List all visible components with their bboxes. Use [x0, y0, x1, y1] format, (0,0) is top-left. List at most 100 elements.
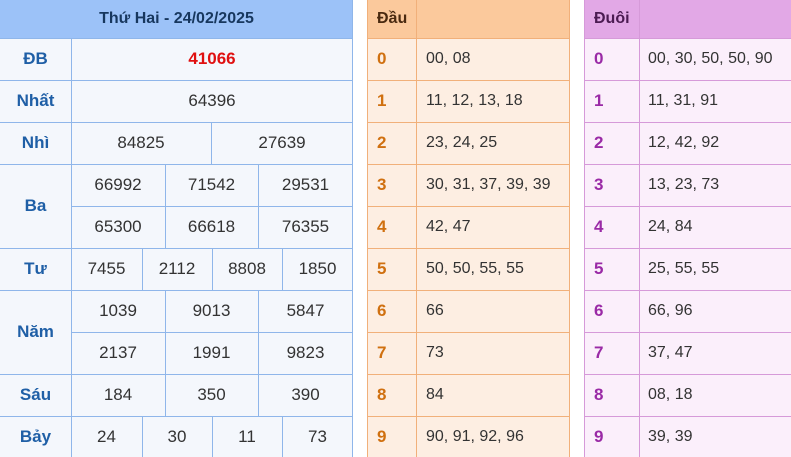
head-values: 11, 12, 13, 18	[426, 92, 523, 109]
prize-bay-number: 73	[308, 426, 327, 446]
prize-label-nhi: Nhì	[21, 133, 50, 152]
grid-divider	[584, 290, 791, 291]
grid-divider	[584, 374, 791, 375]
grid-divider	[367, 248, 570, 249]
head-key: 4	[377, 217, 387, 236]
prize-label-tu: Tư	[24, 259, 47, 278]
tail-key: 8	[594, 385, 604, 404]
tail-key: 3	[594, 175, 604, 194]
tail-key: 0	[594, 49, 604, 68]
tail-key: 5	[594, 259, 604, 278]
grid-divider	[367, 206, 570, 207]
prize-nhi-number: 27639	[258, 133, 306, 152]
prize-tu-number: 1850	[298, 259, 337, 278]
grid-divider	[367, 122, 570, 123]
tail-key: 1	[594, 91, 604, 110]
head-key: 0	[377, 49, 387, 68]
head-digit-table: Đầu 0 00, 08 1 11, 12, 13, 18 2 23, 24, …	[367, 0, 570, 457]
heads-header-blank	[416, 0, 570, 38]
prize-tu-number: 8808	[228, 259, 266, 278]
head-values: 66	[426, 302, 444, 319]
head-key: 1	[377, 91, 387, 110]
tail-digit-table: Đuôi 0 00, 30, 50, 50, 90 1 11, 31, 91 2…	[584, 0, 791, 457]
grid-divider	[211, 122, 212, 164]
prize-tu-number: 2112	[158, 259, 196, 278]
grid-divider	[367, 38, 570, 39]
grid-divider	[282, 248, 283, 290]
prize-label-ba: Ba	[24, 196, 47, 215]
grid-divider	[584, 80, 791, 81]
tail-values: 37, 47	[648, 344, 693, 361]
tail-key: 7	[594, 343, 604, 362]
grid-divider	[367, 332, 570, 333]
prize-label-db: ĐB	[23, 49, 48, 68]
prize-nhat-number: 64396	[188, 91, 236, 110]
heads-header: Đầu	[367, 0, 416, 38]
prize-bay-number: 11	[238, 426, 256, 446]
grid-divider	[71, 38, 72, 457]
prize-nam-number: 9013	[192, 301, 231, 320]
grid-divider	[639, 0, 640, 457]
grid-divider	[142, 416, 143, 457]
prize-tu-number: 7455	[87, 259, 126, 278]
grid-divider	[258, 290, 259, 416]
prize-label-sau: Sáu	[19, 385, 52, 404]
prize-ba-number: 66992	[94, 175, 142, 194]
head-key: 8	[377, 385, 387, 404]
grid-divider	[0, 248, 353, 249]
grid-divider	[0, 164, 353, 165]
grid-divider	[212, 248, 213, 290]
prize-bay-number: 30	[167, 426, 187, 446]
grid-border	[584, 0, 585, 457]
head-values: 90, 91, 92, 96	[426, 427, 524, 445]
grid-divider	[584, 332, 791, 333]
grid-divider	[165, 290, 166, 416]
head-values: 00, 08	[426, 50, 471, 67]
tail-values: 12, 42, 92	[648, 134, 720, 151]
tail-key: 2	[594, 133, 604, 152]
prize-nhi-number: 84825	[117, 133, 165, 152]
grid-divider	[584, 206, 791, 207]
head-values: 73	[426, 344, 444, 361]
grid-divider	[142, 248, 143, 290]
grid-divider	[0, 416, 353, 417]
grid-divider	[584, 416, 791, 417]
grid-divider	[584, 248, 791, 249]
head-key: 2	[377, 133, 387, 152]
grid-divider	[212, 416, 213, 457]
tails-header-blank	[639, 0, 791, 38]
prize-nam-number: 2137	[99, 343, 137, 362]
grid-divider	[584, 164, 791, 165]
head-values: 30, 31, 37, 39, 39	[426, 176, 551, 193]
grid-divider	[282, 416, 283, 457]
grid-border	[352, 0, 353, 457]
prize-db-number: 41066	[188, 49, 236, 68]
grid-divider	[367, 416, 570, 417]
grid-divider	[0, 80, 353, 81]
head-values: 42, 47	[426, 218, 471, 235]
tail-values: 13, 23, 73	[648, 176, 720, 193]
prize-nam-number: 9823	[286, 343, 325, 362]
results-title: Thứ Hai - 24/02/2025	[0, 0, 353, 38]
tail-values: 39, 39	[648, 427, 693, 445]
grid-divider	[0, 290, 353, 291]
head-key: 3	[377, 175, 387, 194]
head-values: 50, 50, 55, 55	[426, 260, 524, 277]
prize-label-nhat: Nhất	[16, 91, 55, 110]
grid-divider	[584, 38, 791, 39]
grid-divider	[0, 38, 353, 39]
prize-nam-number: 1039	[99, 301, 137, 320]
head-key: 6	[377, 301, 387, 320]
tail-values: 00, 30, 50, 50, 90	[648, 50, 773, 67]
prize-sau-number: 184	[103, 385, 133, 404]
prize-ba-number: 66618	[187, 217, 236, 236]
grid-divider	[367, 374, 570, 375]
grid-divider	[416, 0, 417, 457]
grid-divider	[367, 80, 570, 81]
tails-header: Đuôi	[584, 0, 639, 38]
prize-sau-number: 390	[291, 385, 320, 404]
tail-values: 11, 31, 91	[648, 92, 718, 109]
prize-sau-number: 350	[197, 385, 226, 404]
grid-divider	[584, 122, 791, 123]
grid-border	[569, 0, 570, 457]
